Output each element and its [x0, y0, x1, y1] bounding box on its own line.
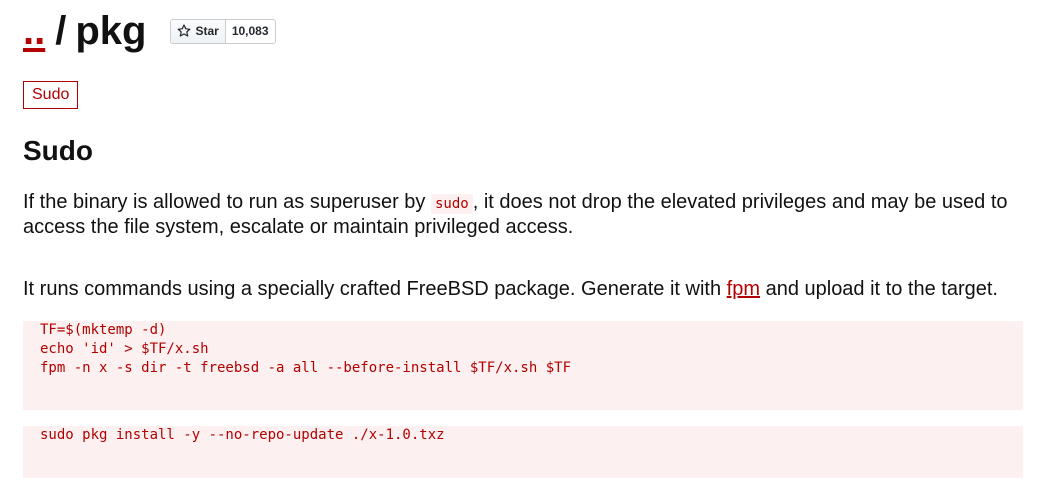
- code-block-generate[interactable]: TF=$(mktemp -d) echo 'id' > $TF/x.sh fpm -…: [23, 321, 1023, 410]
- star-icon: [178, 24, 191, 37]
- usage-paragraph: It runs commands using a specially craft…: [23, 278, 1023, 301]
- star-count[interactable]: 10,083: [225, 19, 275, 43]
- code-line: echo 'id' > $TF/x.sh: [40, 341, 209, 357]
- code-line: fpm -n x -s dir -t freebsd -a all --befo…: [40, 360, 572, 376]
- code-block-install[interactable]: sudo pkg install -y --no-repo-update ./x…: [23, 426, 1023, 478]
- inline-code-sudo: sudo: [431, 194, 473, 214]
- title-separator: /: [55, 9, 67, 53]
- description-paragraph: If the binary is allowed to run as super…: [23, 191, 1023, 239]
- parent-link[interactable]: ..: [23, 6, 45, 56]
- section-heading: Sudo: [23, 135, 93, 166]
- para2-text-end: and upload it to the target.: [760, 278, 998, 300]
- page-name: pkg: [75, 9, 147, 53]
- para1-text-start: If the binary is allowed to run as super…: [23, 191, 431, 213]
- code-line: TF=$(mktemp -d): [40, 322, 167, 338]
- page-header: .. / pkg Star 10,083: [23, 6, 276, 56]
- github-star-widget: Star 10,083: [170, 18, 276, 44]
- star-label: Star: [195, 24, 219, 38]
- page-title: .. / pkg: [23, 6, 146, 56]
- para2-text-start: It runs commands using a specially craft…: [23, 278, 727, 300]
- function-tag-sudo[interactable]: Sudo: [23, 81, 79, 109]
- code-line: sudo pkg install -y --no-repo-update ./x…: [40, 427, 445, 443]
- star-button[interactable]: Star: [171, 19, 226, 43]
- fpm-link[interactable]: fpm: [727, 278, 760, 300]
